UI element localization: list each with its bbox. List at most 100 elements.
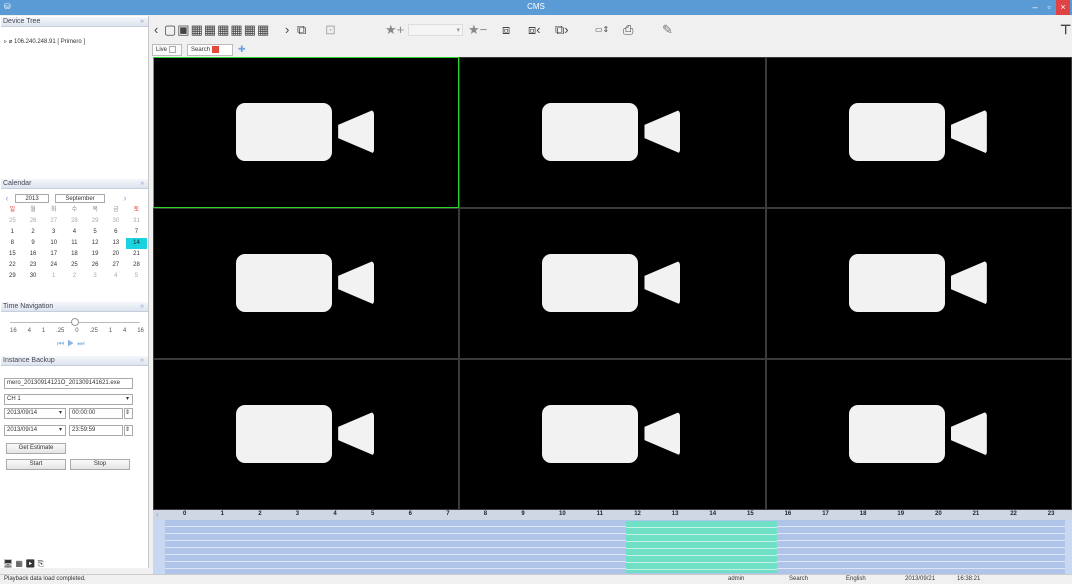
- month-field[interactable]: September: [55, 193, 105, 203]
- end-time-field[interactable]: 23:59:59: [69, 425, 123, 436]
- start-time-spinner[interactable]: ⇕: [124, 408, 133, 419]
- device-tree-header[interactable]: Device Tree »: [1, 17, 148, 27]
- calendar-day[interactable]: 18: [64, 249, 85, 260]
- calendar-day[interactable]: 4: [64, 227, 85, 238]
- calendar-day[interactable]: 11: [64, 238, 85, 249]
- pin-panel-icon[interactable]: ⊤: [1060, 23, 1071, 37]
- calendar-day[interactable]: 2: [23, 227, 44, 238]
- calendar-day[interactable]: 12: [85, 238, 106, 249]
- collapse-icon[interactable]: »: [140, 302, 144, 312]
- play-icon[interactable]: ▶: [25, 559, 35, 568]
- backup-filename-field[interactable]: mero_20130914121O_201309141621.exe: [4, 378, 133, 389]
- collapse-icon[interactable]: »: [140, 17, 144, 27]
- collapse-icon[interactable]: »: [140, 356, 144, 366]
- calendar-day[interactable]: 10: [43, 238, 64, 249]
- video-cell[interactable]: [153, 359, 460, 510]
- calendar-day[interactable]: 6: [105, 227, 126, 238]
- minimize-button[interactable]: –: [1028, 0, 1042, 15]
- calendar-day[interactable]: 25: [64, 260, 85, 271]
- calendar-day[interactable]: 1: [2, 227, 23, 238]
- calendar-day[interactable]: 26: [23, 216, 44, 227]
- calendar-day[interactable]: 17: [43, 249, 64, 260]
- end-time-spinner[interactable]: ⇕: [124, 425, 133, 436]
- video-cell[interactable]: [153, 208, 460, 359]
- calendar-day[interactable]: 9: [23, 238, 44, 249]
- calendar-day[interactable]: 28: [126, 260, 147, 271]
- sequence-icon[interactable]: ⊡: [325, 23, 336, 37]
- close-button[interactable]: ×: [1056, 0, 1070, 15]
- calendar-day[interactable]: 8: [2, 238, 23, 249]
- export-icon[interactable]: ⎘: [38, 559, 44, 568]
- calendar-day[interactable]: 13: [105, 238, 126, 249]
- calendar-day-selected[interactable]: 14: [126, 238, 147, 249]
- layout-buttons[interactable]: ▢▣▦▦▦▦▦▦: [164, 23, 270, 37]
- calendar-day[interactable]: 24: [43, 260, 64, 271]
- calendar-day[interactable]: 23: [23, 260, 44, 271]
- tab-live[interactable]: Live: [152, 44, 182, 56]
- video-cell-selected[interactable]: [153, 57, 460, 208]
- calendar-day[interactable]: 30: [23, 271, 44, 282]
- calendar-day[interactable]: 16: [23, 249, 44, 260]
- calendar-day[interactable]: 25: [2, 216, 23, 227]
- video-cell[interactable]: [765, 359, 1072, 510]
- next-month-icon[interactable]: ›: [120, 193, 130, 203]
- calendar-day[interactable]: 29: [2, 271, 23, 282]
- calendar-day[interactable]: 31: [126, 216, 147, 227]
- play-icon[interactable]: ▶: [67, 339, 77, 348]
- video-cell[interactable]: [765, 208, 1072, 359]
- camera-next-icon[interactable]: ⧉›: [555, 23, 569, 37]
- prev-month-icon[interactable]: ‹: [2, 193, 12, 203]
- calendar-day[interactable]: 5: [85, 227, 106, 238]
- tree-item[interactable]: ▹ ⌀ 106.240.248.91 [ Primero ]: [4, 38, 85, 45]
- calendar-day[interactable]: 20: [105, 249, 126, 260]
- calendar-day[interactable]: 28: [64, 216, 85, 227]
- calendar-day[interactable]: 27: [105, 260, 126, 271]
- favorite-select[interactable]: ▾: [408, 24, 463, 36]
- pin-icon[interactable]: ✎: [662, 23, 673, 37]
- calendar-day[interactable]: 15: [2, 249, 23, 260]
- close-icon[interactable]: [211, 45, 219, 53]
- calendar-day[interactable]: 7: [126, 227, 147, 238]
- calendar-day[interactable]: 3: [85, 271, 106, 282]
- video-cell[interactable]: [459, 359, 766, 510]
- add-tab-icon[interactable]: ✚: [238, 44, 246, 55]
- video-cell[interactable]: [765, 57, 1072, 208]
- video-cell[interactable]: [459, 57, 766, 208]
- channel-select[interactable]: CH 1 ▾: [4, 394, 133, 405]
- recorded-segment[interactable]: [626, 521, 777, 573]
- calendar-day[interactable]: 22: [2, 260, 23, 271]
- end-date-field[interactable]: 2013/09/14 ▾: [4, 425, 66, 436]
- page-spinner[interactable]: ▭⇕: [595, 23, 609, 37]
- calendar-day[interactable]: 3: [43, 227, 64, 238]
- speed-slider-knob[interactable]: [71, 318, 79, 326]
- calendar-day[interactable]: 30: [105, 216, 126, 227]
- start-date-field[interactable]: 2013/09/14 ▾: [4, 408, 66, 419]
- favorite-remove-icon[interactable]: ★−: [468, 23, 487, 37]
- instance-backup-header[interactable]: Instance Backup »: [1, 356, 148, 366]
- fullscreen-icon[interactable]: ⧉: [297, 23, 306, 37]
- camera-prev-icon[interactable]: ⧈‹: [528, 23, 541, 37]
- calendar-day[interactable]: 19: [85, 249, 106, 260]
- calendar-day[interactable]: 26: [85, 260, 106, 271]
- start-button[interactable]: Start: [6, 459, 66, 470]
- start-time-field[interactable]: 00:00:00: [69, 408, 123, 419]
- stop-button[interactable]: Stop: [70, 459, 130, 470]
- maximize-button[interactable]: ▫: [1042, 0, 1056, 15]
- timeline-track[interactable]: [165, 520, 1065, 574]
- calendar-day[interactable]: 1: [43, 271, 64, 282]
- print-icon[interactable]: ⎙: [623, 23, 633, 37]
- next-layout-icon[interactable]: ›: [285, 23, 289, 37]
- prev-layout-icon[interactable]: ‹: [154, 23, 158, 37]
- tab-search[interactable]: Search: [187, 44, 233, 56]
- year-field[interactable]: 2013: [15, 193, 49, 203]
- step-forward-icon[interactable]: ⏭: [77, 339, 87, 348]
- calendar-day[interactable]: 2: [64, 271, 85, 282]
- calendar-header[interactable]: Calendar »: [1, 179, 148, 189]
- time-navigation-header[interactable]: Time Navigation »: [1, 302, 148, 312]
- calendar-day[interactable]: 21: [126, 249, 147, 260]
- get-estimate-button[interactable]: Get Estimate: [6, 443, 66, 454]
- timeline-prev-icon[interactable]: ‹: [156, 510, 159, 519]
- video-cell[interactable]: [459, 208, 766, 359]
- calendar-day[interactable]: 4: [105, 271, 126, 282]
- step-back-icon[interactable]: ⏮: [57, 339, 67, 348]
